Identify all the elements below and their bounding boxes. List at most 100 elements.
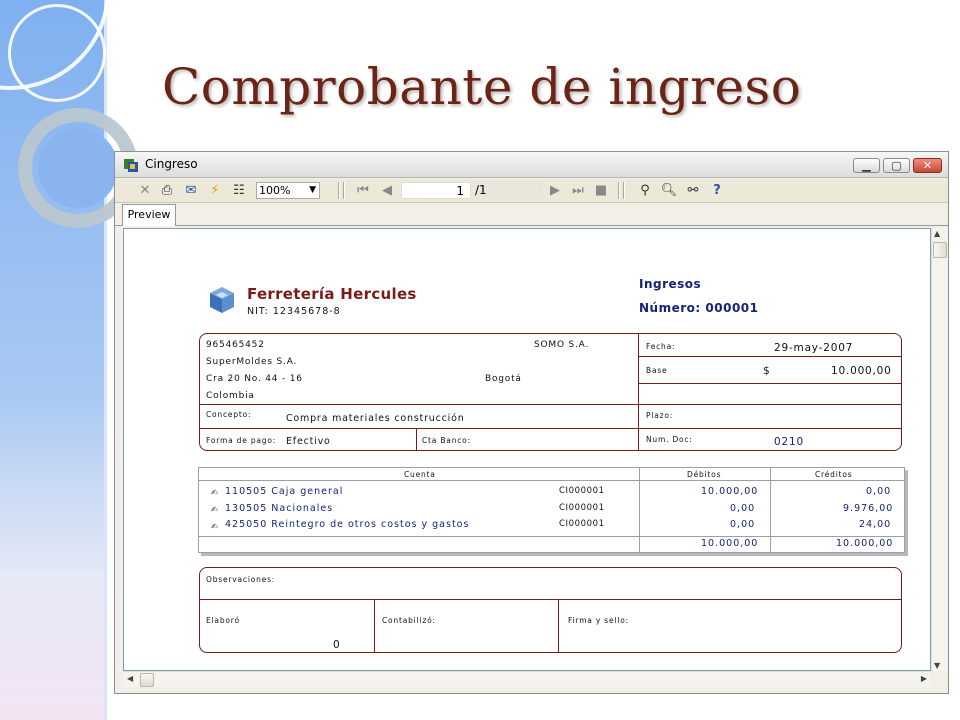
select-expert-icon[interactable]: ⚲ (635, 181, 655, 200)
close-report-icon[interactable]: ✕ (135, 181, 155, 200)
last-page-icon[interactable]: ⏭ (568, 181, 588, 200)
numero-value: 000001 (705, 301, 759, 315)
toolbar-separator (343, 182, 344, 199)
export-icon[interactable]: ✉ (181, 181, 201, 200)
company-name: Ferretería Hercules (247, 285, 417, 303)
elaboro-value: 0 (333, 639, 341, 651)
divider (638, 334, 639, 450)
tab-preview[interactable]: Preview (122, 204, 176, 226)
scroll-down-icon[interactable]: ▼ (934, 661, 940, 670)
client-id: 965465452 (206, 340, 265, 350)
divider (199, 480, 904, 481)
pencil-icon: ✍ (211, 522, 218, 531)
client-city: Bogotá (485, 374, 522, 384)
company-nit: NIT: 12345678-8 (247, 306, 341, 317)
scroll-left-icon[interactable]: ◀ (127, 674, 133, 683)
divider (199, 428, 902, 429)
divider (638, 356, 901, 357)
row-debit: 10.000,00 (701, 486, 759, 497)
base-label: Base (646, 366, 668, 375)
row-account-name: Nacionales (271, 503, 334, 514)
table-row: 130505 Nacionales (225, 503, 333, 514)
scroll-thumb[interactable] (140, 673, 154, 687)
band-edge (104, 0, 107, 720)
plazo-label: Plazo: (646, 411, 674, 420)
divider (558, 599, 559, 652)
minimize-button[interactable]: ▁ (853, 158, 880, 173)
previous-page-icon[interactable]: ◀ (377, 181, 397, 200)
next-page-icon[interactable]: ▶ (545, 181, 565, 200)
page-total: /1 (473, 182, 543, 199)
client-name: SuperMoldes S.A. (206, 357, 298, 367)
forma-pago-label: Forma de pago: (206, 436, 277, 445)
firma-label: Firma y sello: (568, 616, 629, 625)
row-credit: 24,00 (859, 519, 892, 530)
divider (199, 404, 902, 405)
print-icon[interactable]: ⎙ (157, 181, 177, 200)
table-row: 110505 Caja general (225, 486, 343, 497)
help-icon[interactable]: ? (707, 181, 727, 200)
vertical-scrollbar[interactable]: ▲ ▼ (931, 228, 947, 671)
maximize-button[interactable]: ▢ (883, 158, 910, 173)
window-titlebar[interactable]: Cingreso ▁ ▢ ✕ (115, 152, 948, 178)
decorative-band (0, 0, 106, 720)
base-currency: $ (763, 365, 771, 377)
row-credit: 0,00 (866, 486, 892, 497)
signatures-box (199, 567, 902, 653)
forma-pago-value: Efectivo (286, 436, 331, 447)
scroll-thumb[interactable] (933, 242, 947, 258)
divider (639, 468, 640, 552)
search-icon[interactable]: 🔍︎ (659, 181, 679, 200)
divider (416, 428, 417, 450)
minimize-icon: ▁ (862, 159, 871, 172)
cta-banco-label: Cta Banco: (422, 436, 471, 445)
row-ref: CI000001 (559, 486, 605, 496)
report-window: Cingreso ▁ ▢ ✕ ✕ ⎙ ✉ ⚡ ☷ 100% ▼ ⏮ ◀ 1 /1 … (114, 151, 949, 694)
toolbar-separator (618, 182, 619, 199)
toolbar: ✕ ⎙ ✉ ⚡ ☷ 100% ▼ ⏮ ◀ 1 /1 ▶ ⏭ ■ ⚲ 🔍︎ ⚯ ? (115, 179, 948, 203)
row-credit: 9.976,00 (843, 503, 894, 514)
report-viewport: Ferretería Hercules NIT: 12345678-8 Ingr… (123, 228, 931, 671)
divider (770, 468, 771, 552)
elaboro-label: Elaboró (206, 616, 240, 625)
row-account: 130505 (225, 503, 268, 514)
column-header-creditos: Créditos (815, 470, 853, 479)
total-credit: 10.000,00 (836, 538, 894, 549)
column-header-debitos: Débitos (687, 470, 722, 479)
base-value: 10.000,00 (831, 365, 892, 377)
scroll-up-icon[interactable]: ▲ (934, 229, 940, 238)
group-tree-icon[interactable]: ☷ (229, 181, 249, 200)
slide-title: Comprobante de ingreso (162, 58, 802, 116)
pencil-icon: ✍ (211, 488, 218, 497)
zoom-value: 100% (259, 184, 291, 197)
first-page-icon[interactable]: ⏮ (353, 181, 373, 200)
report-page: Ferretería Hercules NIT: 12345678-8 Ingr… (124, 229, 930, 670)
client-address: Cra 20 No. 44 - 16 (206, 374, 303, 384)
tab-strip: Preview (115, 204, 948, 226)
row-account: 110505 (225, 486, 268, 497)
numero-label: Número: (639, 301, 701, 315)
divider (199, 599, 902, 600)
row-debit: 0,00 (730, 519, 756, 530)
table-row: 425050 Reintegro de otros costos y gasto… (225, 519, 469, 530)
close-button[interactable]: ✕ (913, 158, 942, 173)
horizontal-scrollbar[interactable]: ◀ ▶ (123, 671, 931, 687)
company-logo-icon (210, 287, 234, 313)
scroll-right-icon[interactable]: ▶ (921, 674, 927, 683)
app-icon (124, 159, 138, 172)
zoom-select[interactable]: 100% ▼ (256, 182, 320, 199)
window-title: Cingreso (145, 157, 198, 171)
page-number-input[interactable]: 1 (401, 182, 471, 199)
num-doc-label: Num. Doc: (646, 435, 693, 444)
total-debit: 10.000,00 (701, 538, 759, 549)
num-doc-value: 0210 (774, 436, 804, 448)
fecha-label: Fecha: (646, 342, 676, 351)
concepto-label: Concepto: (206, 410, 252, 419)
divider (638, 383, 901, 384)
accounts-table: Cuenta Débitos Créditos ✍ 110505 Caja ge… (198, 467, 905, 553)
toolbar-separator (623, 182, 624, 199)
find-icon[interactable]: ⚯ (683, 181, 703, 200)
stop-icon[interactable]: ■ (591, 181, 611, 200)
contabilizo-label: Contabilizó: (382, 616, 436, 625)
refresh-icon[interactable]: ⚡ (205, 181, 225, 200)
